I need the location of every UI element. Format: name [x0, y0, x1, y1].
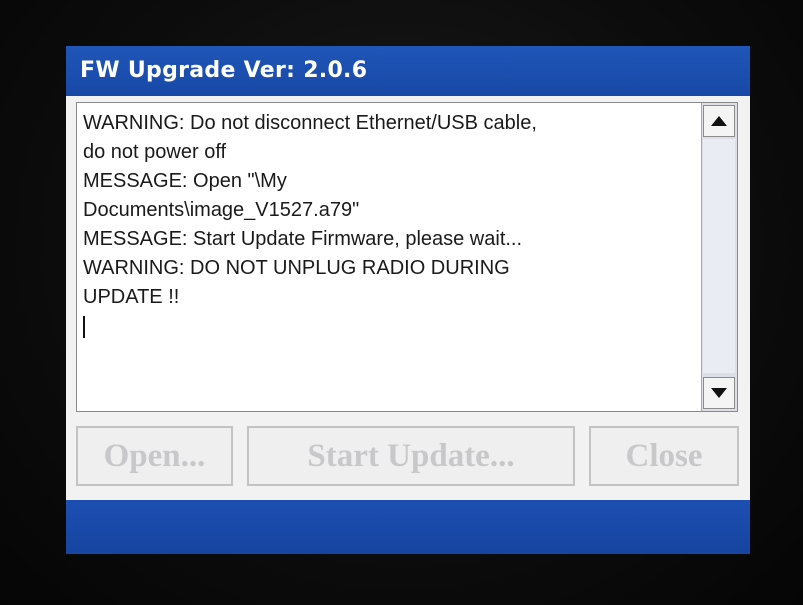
log-line: Documents\image_V1527.a79": [83, 199, 360, 221]
close-button[interactable]: Close: [589, 426, 739, 486]
triangle-up-icon: [711, 116, 727, 126]
log-line: MESSAGE: Start Update Firmware, please w…: [83, 228, 523, 250]
log-line: WARNING: Do not disconnect Ethernet/USB …: [83, 112, 537, 134]
scroll-up-button[interactable]: [703, 105, 735, 137]
triangle-down-icon: [711, 388, 727, 398]
log-line: do not power off: [83, 141, 227, 163]
title-bar: FW Upgrade Ver: 2.0.6: [66, 46, 750, 96]
window-title: FW Upgrade Ver: 2.0.6: [80, 58, 368, 83]
status-bar: [66, 500, 750, 554]
start-update-button[interactable]: Start Update...: [247, 426, 575, 486]
log-line: MESSAGE: Open "\My: [83, 170, 287, 192]
device-screen: FW Upgrade Ver: 2.0.6 WARNING: Do not di…: [66, 46, 750, 554]
scroll-down-button[interactable]: [703, 377, 735, 409]
open-button[interactable]: Open...: [76, 426, 233, 486]
vertical-scrollbar[interactable]: [701, 103, 737, 411]
log-text: WARNING: Do not disconnect Ethernet/USB …: [83, 109, 695, 338]
button-row: Open... Start Update... Close: [66, 420, 750, 490]
text-caret: [83, 316, 85, 338]
scroll-track[interactable]: [703, 139, 735, 373]
log-line: WARNING: DO NOT UNPLUG RADIO DURING: [83, 257, 510, 279]
log-textarea[interactable]: WARNING: Do not disconnect Ethernet/USB …: [76, 102, 738, 412]
log-line: UPDATE !!: [83, 286, 180, 308]
device-bezel: FW Upgrade Ver: 2.0.6 WARNING: Do not di…: [0, 0, 803, 605]
